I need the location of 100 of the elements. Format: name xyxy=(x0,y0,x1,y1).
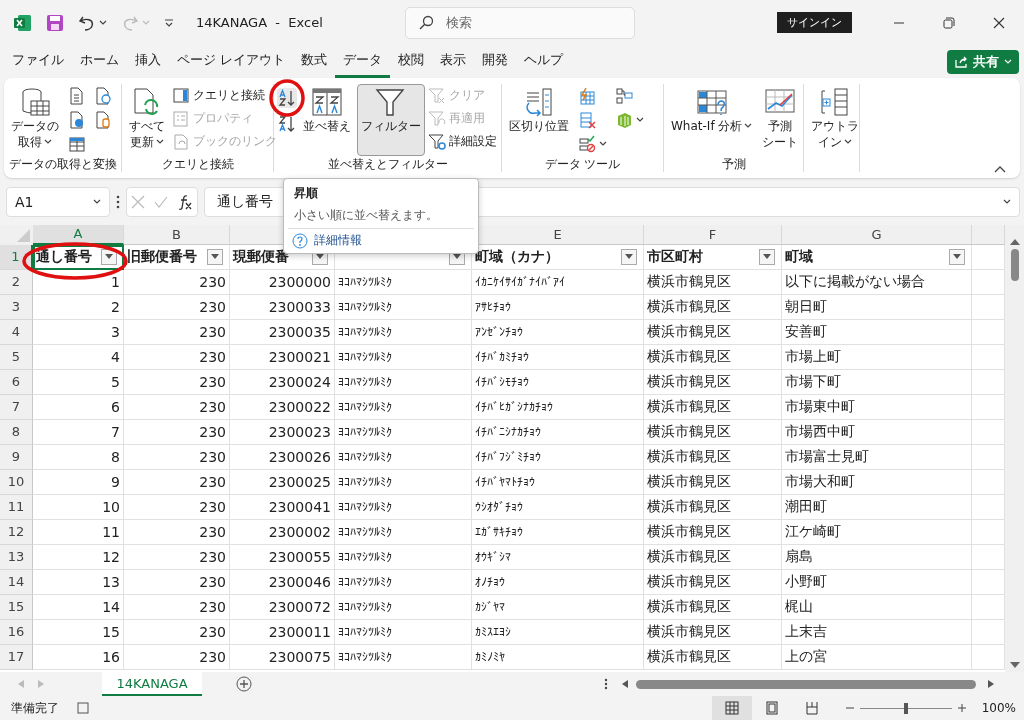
name-box[interactable]: A1 xyxy=(6,186,110,217)
row-header[interactable]: 7 xyxy=(0,394,33,420)
ribbon-button[interactable]: What-If 分析 xyxy=(667,83,757,156)
menu-tab[interactable]: ホーム xyxy=(72,50,127,78)
horizontal-scrollbar[interactable] xyxy=(622,677,994,691)
table-cell: ﾖｺﾊﾏｼﾂﾙﾐｸ xyxy=(338,524,392,539)
scroll-down-icon[interactable] xyxy=(1009,662,1020,668)
row-header[interactable]: 16 xyxy=(0,619,33,645)
table-cell: ﾖｺﾊﾏｼﾂﾙﾐｸ xyxy=(338,599,392,614)
ribbon-group-label: データ ツール xyxy=(543,155,622,173)
caret-icon xyxy=(763,254,771,260)
table-cell: 11 xyxy=(102,523,120,540)
data-model-icon[interactable] xyxy=(615,110,633,129)
macro-record-icon[interactable] xyxy=(77,702,89,714)
row-header[interactable]: 14 xyxy=(0,569,33,595)
scrollbar-thumb[interactable] xyxy=(636,679,976,689)
row-header[interactable]: 13 xyxy=(0,544,33,570)
table-cell: 2300025 xyxy=(268,473,331,490)
row-header[interactable]: 8 xyxy=(0,419,33,445)
column-header[interactable]: B xyxy=(124,224,230,245)
column-header[interactable]: A xyxy=(33,224,124,245)
save-icon[interactable] xyxy=(46,13,64,32)
sort-ascending-icon[interactable] xyxy=(278,88,296,107)
filter-dropdown-button[interactable] xyxy=(207,248,223,265)
clock-document-icon[interactable] xyxy=(94,86,112,105)
menu-tab[interactable]: 数式 xyxy=(293,50,336,78)
web-document-icon[interactable] xyxy=(68,110,86,129)
ribbon-button[interactable]: 詳細設定 xyxy=(427,131,498,152)
customize-toolbar-icon[interactable] xyxy=(164,17,174,28)
close-icon[interactable] xyxy=(993,16,1005,29)
filter-dropdown-button[interactable] xyxy=(759,248,775,265)
row-header[interactable]: 5 xyxy=(0,344,33,370)
menu-tab[interactable]: 表示 xyxy=(432,50,475,78)
database-document-icon[interactable] xyxy=(94,110,112,129)
search-icon xyxy=(417,14,434,31)
row-header[interactable]: 4 xyxy=(0,319,33,345)
row-header[interactable]: 15 xyxy=(0,594,33,620)
page-break-preview-icon xyxy=(803,700,820,716)
zoom-level[interactable]: 100% xyxy=(981,701,1016,715)
share-button[interactable]: 共有 xyxy=(947,49,1019,74)
column-header[interactable]: G xyxy=(782,224,972,245)
scroll-up-icon[interactable] xyxy=(1009,238,1020,245)
scroll-right-icon[interactable] xyxy=(988,680,994,688)
menu-tab[interactable]: 校閲 xyxy=(390,50,433,78)
menu-tab[interactable]: 挿入 xyxy=(127,50,169,78)
table-icon[interactable] xyxy=(68,134,86,153)
sort-descending-icon[interactable] xyxy=(278,114,296,133)
menu-tab[interactable]: ページ レイアウト xyxy=(169,50,294,78)
table-cell: ﾖｺﾊﾏｼﾂﾙﾐｸ xyxy=(338,424,392,439)
insert-function-icon[interactable] xyxy=(176,193,193,210)
row-header[interactable]: 3 xyxy=(0,294,33,320)
row-header[interactable]: 11 xyxy=(0,494,33,520)
scroll-left-icon[interactable] xyxy=(622,680,628,688)
row-header[interactable]: 12 xyxy=(0,519,33,545)
table-cell: ﾖｺﾊﾏｼﾂﾙﾐｸ xyxy=(338,349,392,364)
row-header[interactable]: 9 xyxy=(0,444,33,470)
ribbon-button[interactable]: すべて 更新 xyxy=(125,83,169,156)
menu-tab[interactable]: ヘルプ xyxy=(516,50,572,78)
sheet-tab[interactable]: 14KANAGA xyxy=(102,672,202,696)
zoom-slider-thumb[interactable] xyxy=(903,702,908,714)
search-field[interactable]: 検索 xyxy=(404,6,635,39)
ribbon-button[interactable]: データの 取得 xyxy=(7,83,63,156)
ribbon-button[interactable]: アウトラ イン xyxy=(807,83,863,156)
zoom-in-icon[interactable] xyxy=(957,704,966,712)
caret-icon xyxy=(953,254,961,260)
filter-dropdown-button[interactable] xyxy=(949,248,965,265)
scrollbar-thumb[interactable] xyxy=(1010,248,1019,281)
normal-view-button[interactable] xyxy=(711,696,752,720)
row-header[interactable]: 10 xyxy=(0,469,33,495)
page-layout-icon xyxy=(763,700,780,716)
zoom-out-icon[interactable] xyxy=(845,704,854,712)
table-cell: 230 xyxy=(199,498,226,515)
ribbon-button[interactable]: 並べ替え xyxy=(299,83,355,156)
flash-fill-icon[interactable] xyxy=(578,86,596,105)
table-cell: 2300024 xyxy=(268,373,331,390)
table-cell: ﾖｺﾊﾏｼﾂﾙﾐｸ xyxy=(338,324,392,339)
add-sheet-icon[interactable] xyxy=(236,676,252,692)
ribbon-button[interactable]: フィルター xyxy=(357,83,425,156)
collapse-ribbon-icon[interactable] xyxy=(994,165,1006,173)
more-options-icon[interactable] xyxy=(604,678,608,690)
row-header[interactable]: 17 xyxy=(0,644,33,670)
remove-duplicates-icon[interactable] xyxy=(578,110,596,129)
menu-tab[interactable]: 開発 xyxy=(474,50,517,78)
menu-tab[interactable]: ファイル xyxy=(4,50,72,78)
ribbon-button[interactable]: クエリと接続 xyxy=(171,85,278,106)
relationships-icon[interactable] xyxy=(615,86,633,105)
data-validation-icon[interactable] xyxy=(578,134,596,153)
more-info-link[interactable]: 詳細情報 xyxy=(314,232,362,249)
restore-icon[interactable] xyxy=(943,16,955,29)
ribbon-button[interactable]: 予測 シート xyxy=(758,83,803,156)
table-cell: 2300041 xyxy=(268,498,331,515)
table-cell: 230 xyxy=(199,473,226,490)
row-header[interactable]: 6 xyxy=(0,369,33,395)
row-header[interactable]: 2 xyxy=(0,269,33,295)
ribbon-button[interactable]: 区切り位置 xyxy=(505,83,573,156)
sign-in-button[interactable]: サインイン xyxy=(777,12,852,34)
table-cell: ｲﾁﾊﾞﾋｶﾞｼﾅｶﾁｮｳ xyxy=(475,399,553,414)
filter-dropdown-button[interactable] xyxy=(621,248,637,265)
table-cell: 230 xyxy=(199,573,226,590)
column-header[interactable]: F xyxy=(644,224,782,245)
